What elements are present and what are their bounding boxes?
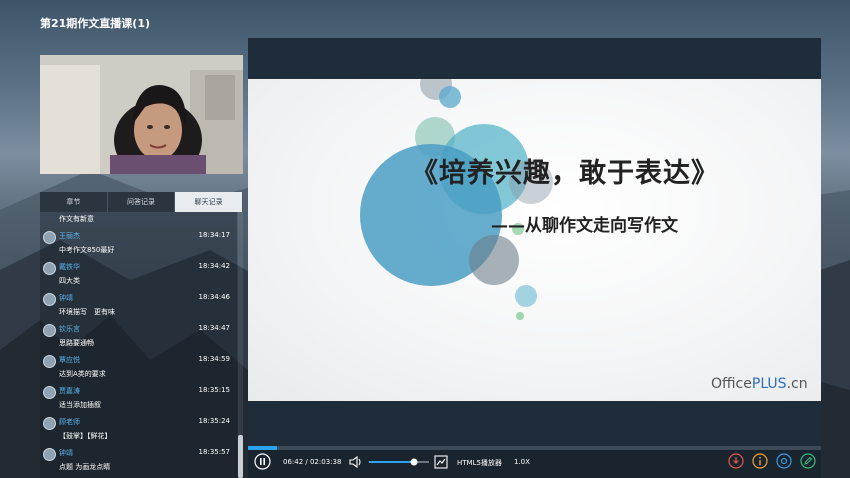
chat-message: 钟靖 18:35:57 点题 为画龙点睛 (40, 445, 237, 476)
download-icon[interactable] (728, 453, 744, 469)
chat-username[interactable]: 钦乐言 (59, 324, 80, 334)
pause-icon[interactable] (254, 453, 271, 470)
logo-text-plus: PLUS (751, 376, 787, 392)
chat-timestamp: 18:34:47 (198, 324, 230, 332)
chat-message-text: 中考作文850最好 (59, 246, 115, 254)
chat-message: 王丽杰 18:34:17 中考作文850最好 (40, 228, 237, 259)
pen-icon[interactable] (800, 453, 816, 469)
time-display: 06:42 / 02:03:38 (283, 458, 342, 466)
officeplus-logo: OfficePLUS.cn (711, 376, 808, 392)
chat-username[interactable]: 钟靖 (59, 448, 73, 458)
chat-username[interactable]: 覃应悦 (59, 355, 80, 365)
chat-message-text: 环境描写 更有味 (59, 308, 115, 316)
chat-message-text: 适当添加插叙 (59, 401, 101, 409)
slide-title: 《培养兴趣，敢于表达》 (411, 158, 719, 189)
chat-message-text: 思路要通畅 (59, 339, 94, 347)
settings-icon[interactable] (776, 453, 792, 469)
info-icon[interactable] (752, 453, 768, 469)
avatar (43, 355, 56, 368)
avatar (43, 262, 56, 275)
chat-message-text: 达到A类的要求 (59, 370, 106, 378)
chat-message: 戴铁华 18:34:42 四大类 (40, 259, 237, 290)
chat-timestamp: 18:35:57 (198, 448, 230, 456)
chat-timestamp: 18:34:59 (198, 355, 230, 363)
slide-decoration-circles (360, 79, 553, 320)
chat-scrollbar-thumb[interactable] (238, 435, 243, 478)
chat-message: 顾老师 18:35:24 【鼓掌】【鲜花】 (40, 414, 237, 445)
chat-timestamp: 18:34:17 (198, 231, 230, 239)
chat-message-text: 点题 为画龙点睛 (59, 463, 111, 471)
avatar (43, 386, 56, 399)
chat-message: 钦乐言 18:34:47 思路要通畅 (40, 321, 237, 352)
volume-slider-fill (369, 461, 414, 463)
window-title: 第21期作文直播课(1) (40, 17, 151, 30)
volume-slider[interactable] (369, 457, 429, 467)
chat-username[interactable]: 王丽杰 (59, 231, 80, 241)
avatar (43, 324, 56, 337)
sidebar-tabs: 章节 问答记录 聊天记录 (40, 192, 244, 213)
fullscreen-icon[interactable] (434, 455, 448, 469)
avatar (43, 417, 56, 430)
playback-speed[interactable]: 1.0X (514, 458, 530, 466)
tab-qa-records[interactable]: 问答记录 (108, 192, 176, 212)
chat-username[interactable]: 顾老师 (59, 417, 80, 427)
chat-timestamp: 18:34:46 (198, 293, 230, 301)
avatar (43, 231, 56, 244)
teacher-video-image (40, 55, 243, 174)
chat-list[interactable]: 作文有新意 王丽杰 18:34:17 中考作文850最好 戴铁华 18:34:4… (40, 212, 237, 478)
chat-username[interactable]: 戴铁华 (59, 262, 80, 272)
chat-message-text: 作文有新意 (59, 215, 94, 223)
chat-timestamp: 18:35:15 (198, 386, 230, 394)
slide-subtitle: ——从聊作文走向写作文 (491, 216, 678, 236)
chat-timestamp: 18:35:24 (198, 417, 230, 425)
tab-chat-records[interactable]: 聊天记录 (175, 192, 244, 212)
chat-message: 覃应悦 18:34:59 达到A类的要求 (40, 352, 237, 383)
avatar (43, 293, 56, 306)
avatar (43, 448, 56, 461)
player-name[interactable]: HTML5播放器 (457, 458, 502, 468)
presentation-slide: 《培养兴趣，敢于表达》 ——从聊作文走向写作文 OfficePLUS.cn (248, 79, 821, 401)
chat-message: 贾嘉涛 18:35:15 适当添加插叙 (40, 383, 237, 414)
chat-username[interactable]: 贾嘉涛 (59, 386, 80, 396)
logo-text-office: Office (711, 376, 752, 392)
chat-message-text: 【鼓掌】【鲜花】 (59, 432, 112, 440)
volume-slider-handle[interactable] (410, 458, 418, 466)
tab-chapters[interactable]: 章节 (40, 192, 108, 212)
chat-message: 钟靖 18:34:46 环境描写 更有味 (40, 290, 237, 321)
chat-timestamp: 18:34:42 (198, 262, 230, 270)
teacher-video[interactable] (40, 55, 243, 174)
logo-text-cn: .cn (786, 376, 808, 392)
chat-username[interactable]: 钟靖 (59, 293, 73, 303)
chat-message-text: 四大类 (59, 277, 80, 285)
volume-icon[interactable] (349, 455, 363, 469)
